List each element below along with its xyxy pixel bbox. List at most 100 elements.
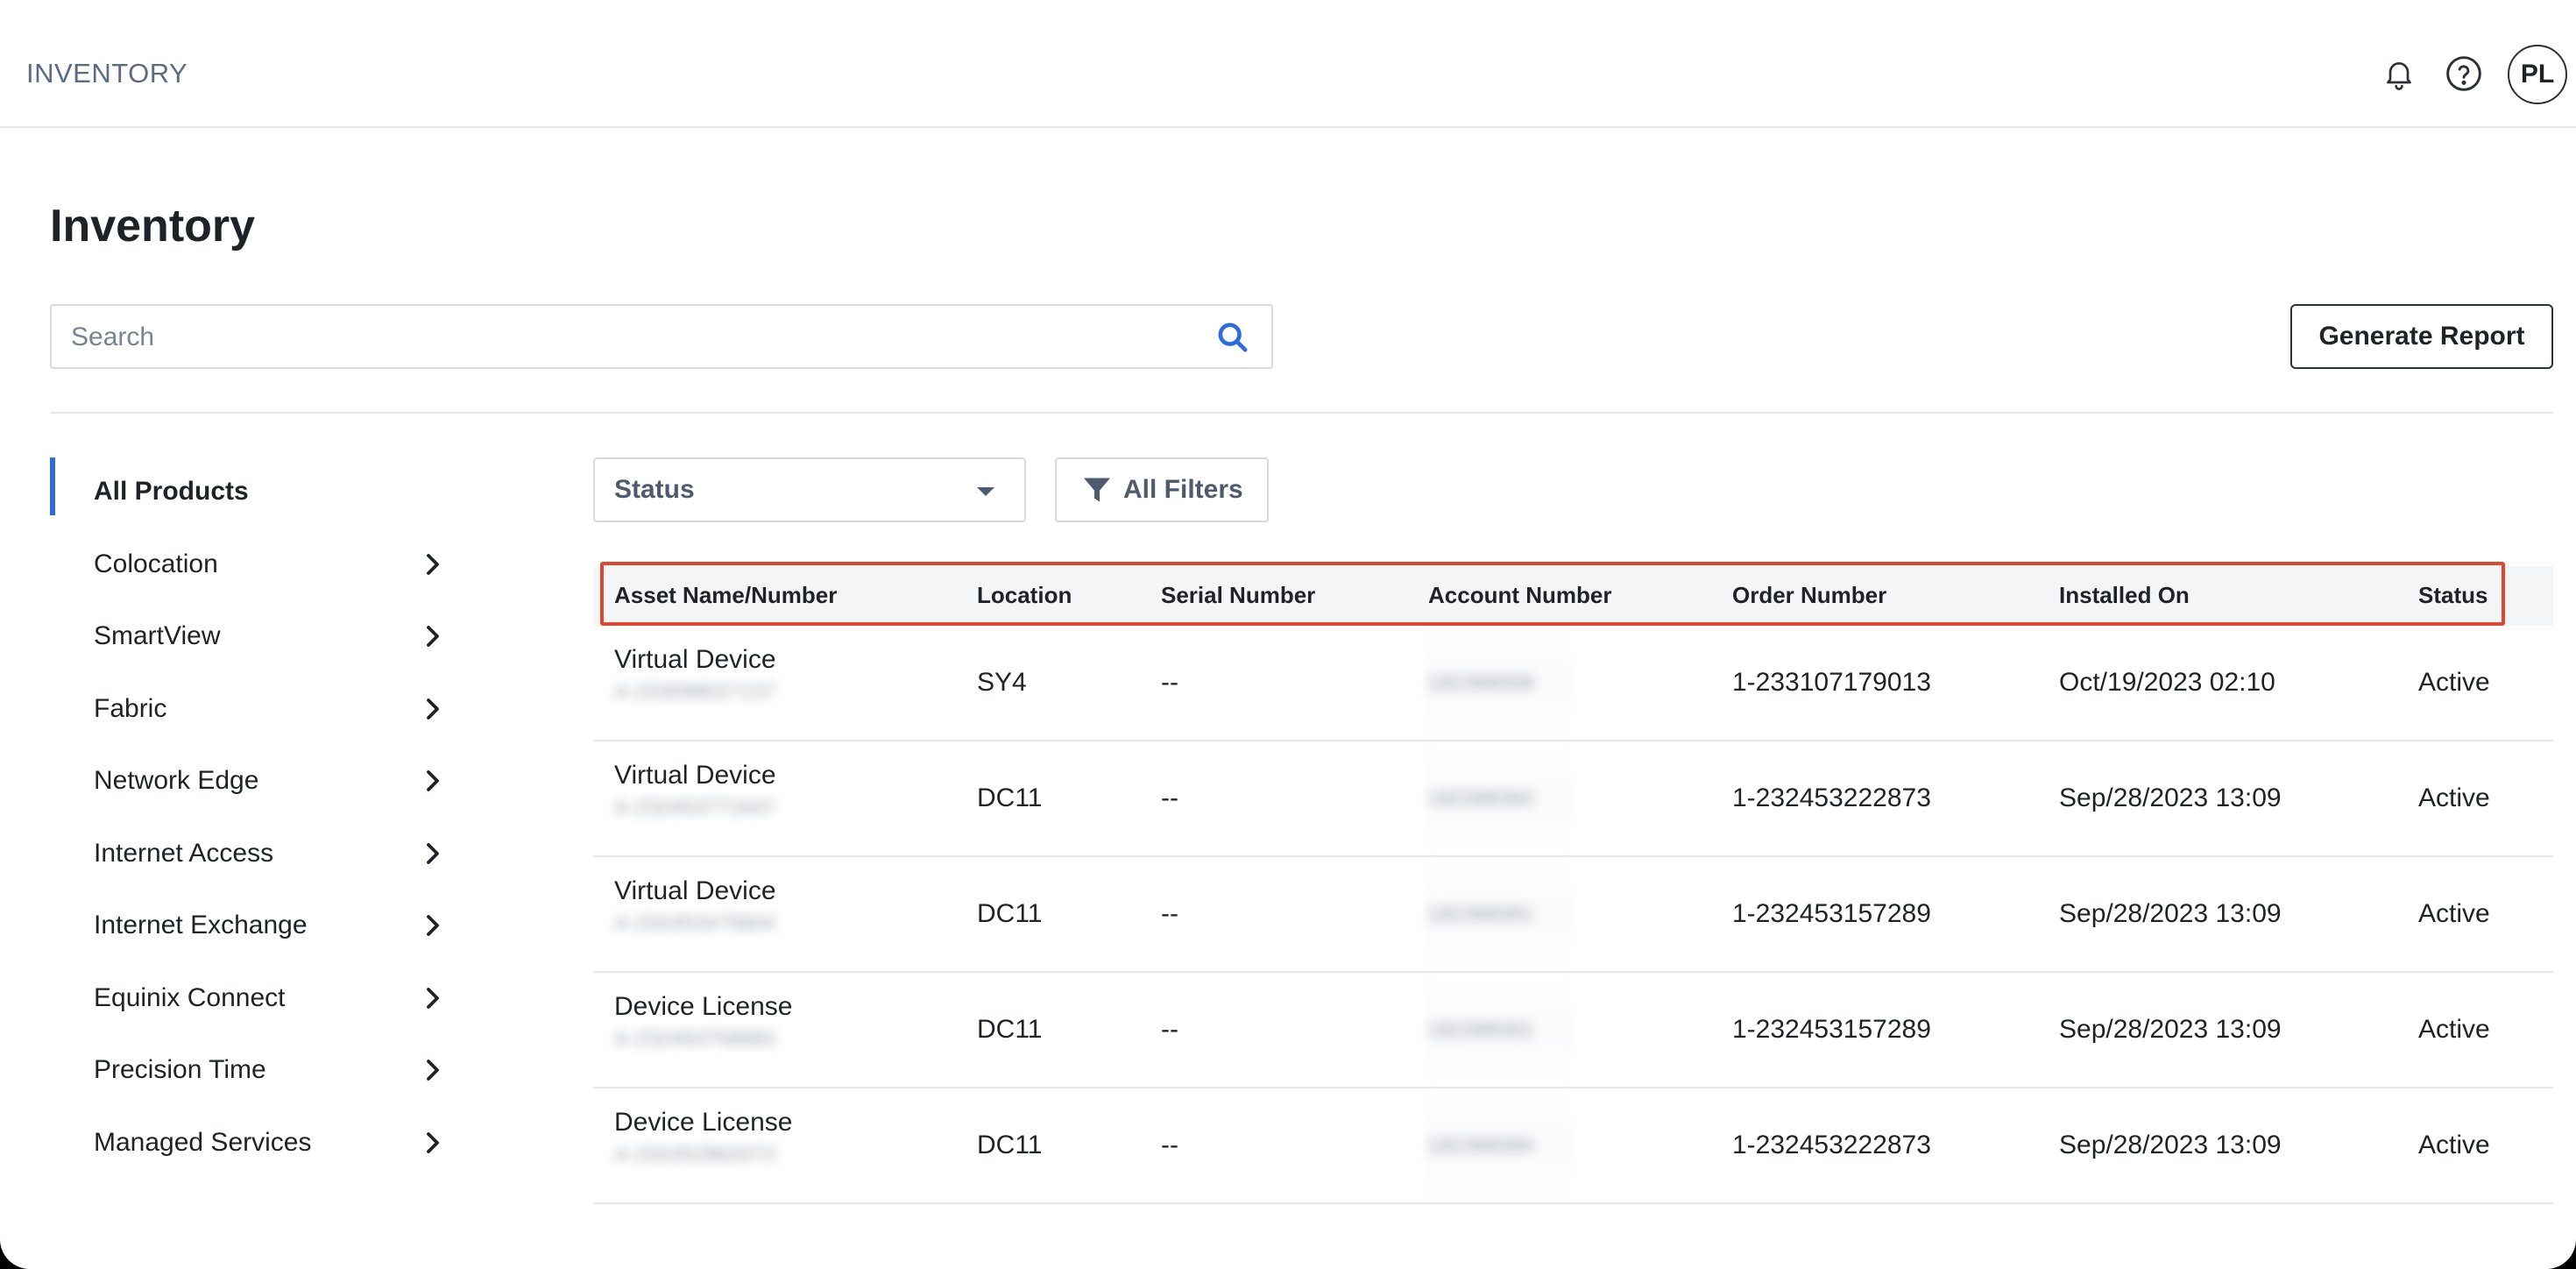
order-number: 1-232453157289 bbox=[1732, 1015, 1931, 1044]
sidebar-item-smartview[interactable]: SmartView bbox=[50, 600, 453, 673]
divider bbox=[50, 412, 2553, 414]
chevron-right-icon bbox=[427, 553, 439, 575]
chevron-right-icon bbox=[427, 1060, 439, 1081]
account-number: 182398391 bbox=[1428, 903, 1534, 926]
sidebar-item-label: SmartView bbox=[94, 621, 221, 651]
sidebar-item-internet-access[interactable]: Internet Access bbox=[50, 818, 453, 890]
sidebar-item-label: Internet Access bbox=[94, 838, 274, 868]
help-icon[interactable] bbox=[2443, 53, 2485, 95]
sidebar-item-label: Internet Exchange bbox=[94, 911, 308, 940]
status-value: Active bbox=[2418, 899, 2490, 928]
installed-on: Sep/28/2023 13:09 bbox=[2059, 783, 2282, 812]
status-dropdown-label: Status bbox=[614, 475, 695, 504]
chevron-right-icon bbox=[427, 915, 439, 936]
user-avatar[interactable]: PL bbox=[2508, 45, 2567, 104]
location: DC11 bbox=[977, 1131, 1043, 1159]
order-number: 1-232453222873 bbox=[1732, 783, 1931, 812]
status-dropdown[interactable]: Status bbox=[593, 457, 1026, 522]
asset-name[interactable]: Virtual Device bbox=[614, 761, 776, 790]
location: DC11 bbox=[977, 899, 1043, 928]
table-row[interactable]: Virtual Device A-232453771647 DC11 -- 18… bbox=[593, 741, 2553, 857]
search-icon[interactable] bbox=[1215, 320, 1250, 355]
asset-number: A-232493758983 bbox=[614, 1027, 776, 1051]
search-box bbox=[50, 304, 1273, 369]
order-number: 1-232453222873 bbox=[1732, 1131, 1931, 1159]
sidebar-item-label: Network Edge bbox=[94, 766, 259, 796]
filter-funnel-icon bbox=[1084, 478, 1110, 502]
search-input[interactable] bbox=[71, 318, 1184, 357]
table-row[interactable]: Virtual Device A-233098027137 SY4 -- 182… bbox=[593, 626, 2553, 741]
all-filters-button[interactable]: All Filters bbox=[1055, 457, 1269, 522]
sidebar-item-precision-time[interactable]: Precision Time bbox=[50, 1034, 453, 1107]
sidebar-item-label: Managed Services bbox=[94, 1127, 312, 1157]
serial-number: -- bbox=[1161, 668, 1178, 697]
column-header-status[interactable]: Status bbox=[2418, 582, 2488, 609]
sidebar-item-equinix-connect[interactable]: Equinix Connect bbox=[50, 962, 453, 1035]
status-value: Active bbox=[2418, 668, 2490, 697]
serial-number: -- bbox=[1161, 899, 1178, 928]
column-header-location[interactable]: Location bbox=[977, 582, 1072, 609]
installed-on: Sep/28/2023 13:09 bbox=[2059, 1015, 2282, 1044]
serial-number: -- bbox=[1161, 1015, 1178, 1044]
sidebar-item-network-edge[interactable]: Network Edge bbox=[50, 745, 453, 818]
sidebar-item-label: Colocation bbox=[94, 549, 218, 578]
avatar-initials: PL bbox=[2520, 60, 2555, 89]
chevron-right-icon bbox=[427, 1131, 439, 1153]
chevron-right-icon bbox=[427, 987, 439, 1009]
status-value: Active bbox=[2418, 783, 2490, 812]
top-bar: INVENTORY PL bbox=[0, 0, 2576, 128]
page-title: Inventory bbox=[50, 201, 256, 252]
location: DC11 bbox=[977, 783, 1043, 812]
installed-on: Sep/28/2023 13:09 bbox=[2059, 899, 2282, 928]
app-window: INVENTORY PL Inventory Generate Report bbox=[0, 0, 2576, 1269]
asset-name[interactable]: Virtual Device bbox=[614, 645, 776, 675]
status-value: Active bbox=[2418, 1015, 2490, 1044]
location: SY4 bbox=[977, 668, 1027, 697]
asset-number: A-232453771647 bbox=[614, 796, 776, 819]
sidebar-item-managed-services[interactable]: Managed Services bbox=[50, 1107, 453, 1180]
account-number: 182398391 bbox=[1428, 1018, 1534, 1042]
sidebar-item-fabric[interactable]: Fabric bbox=[50, 673, 453, 746]
table-row[interactable]: Device License A-232452862073 DC11 -- 18… bbox=[593, 1088, 2553, 1204]
asset-name[interactable]: Virtual Device bbox=[614, 876, 776, 906]
column-header-installed[interactable]: Installed On bbox=[2059, 582, 2190, 609]
all-filters-label: All Filters bbox=[1123, 475, 1243, 504]
sidebar-item-internet-exchange[interactable]: Internet Exchange bbox=[50, 890, 453, 962]
account-number: 182398508 bbox=[1428, 671, 1534, 695]
asset-name[interactable]: Device License bbox=[614, 1108, 792, 1138]
serial-number: -- bbox=[1161, 1131, 1178, 1159]
generate-report-button[interactable]: Generate Report bbox=[2290, 304, 2553, 369]
sidebar-item-label: Fabric bbox=[94, 693, 167, 723]
sidebar-item-colocation[interactable]: Colocation bbox=[50, 528, 453, 601]
order-number: 1-232453157289 bbox=[1732, 899, 1931, 928]
chevron-right-icon bbox=[427, 698, 439, 720]
caret-down-icon bbox=[977, 487, 994, 496]
asset-number: A-232452862073 bbox=[614, 1143, 776, 1166]
table-row[interactable]: Device License A-232493758983 DC11 -- 18… bbox=[593, 973, 2553, 1088]
column-header-order[interactable]: Order Number bbox=[1732, 582, 1886, 609]
account-number: 182398394 bbox=[1428, 787, 1534, 811]
installed-on: Oct/19/2023 02:10 bbox=[2059, 668, 2275, 697]
order-number: 1-233107179013 bbox=[1732, 668, 1931, 697]
status-value: Active bbox=[2418, 1131, 2490, 1159]
column-header-asset[interactable]: Asset Name/Number bbox=[614, 582, 837, 609]
serial-number: -- bbox=[1161, 783, 1178, 812]
installed-on: Sep/28/2023 13:09 bbox=[2059, 1131, 2282, 1159]
table-header: Asset Name/Number Location Serial Number… bbox=[593, 566, 2553, 626]
chevron-right-icon bbox=[427, 842, 439, 864]
sidebar: All Products Colocation SmartView Fabric… bbox=[50, 456, 453, 1179]
notifications-bell-icon[interactable] bbox=[2378, 53, 2420, 95]
app-title: INVENTORY bbox=[26, 58, 188, 89]
column-header-serial[interactable]: Serial Number bbox=[1161, 582, 1315, 609]
asset-number: A-232453475604 bbox=[614, 911, 776, 935]
sidebar-item-label: Precision Time bbox=[94, 1055, 266, 1085]
asset-number: A-233098027137 bbox=[614, 680, 776, 704]
asset-name[interactable]: Device License bbox=[614, 992, 792, 1022]
column-header-account[interactable]: Account Number bbox=[1428, 582, 1611, 609]
sidebar-item-label: Equinix Connect bbox=[94, 982, 286, 1012]
table-row[interactable]: Virtual Device A-232453475604 DC11 -- 18… bbox=[593, 857, 2553, 973]
inventory-table: Asset Name/Number Location Serial Number… bbox=[593, 566, 2553, 1204]
location: DC11 bbox=[977, 1015, 1043, 1044]
account-number: 182398394 bbox=[1428, 1134, 1534, 1158]
sidebar-item-all-products[interactable]: All Products bbox=[50, 456, 453, 528]
